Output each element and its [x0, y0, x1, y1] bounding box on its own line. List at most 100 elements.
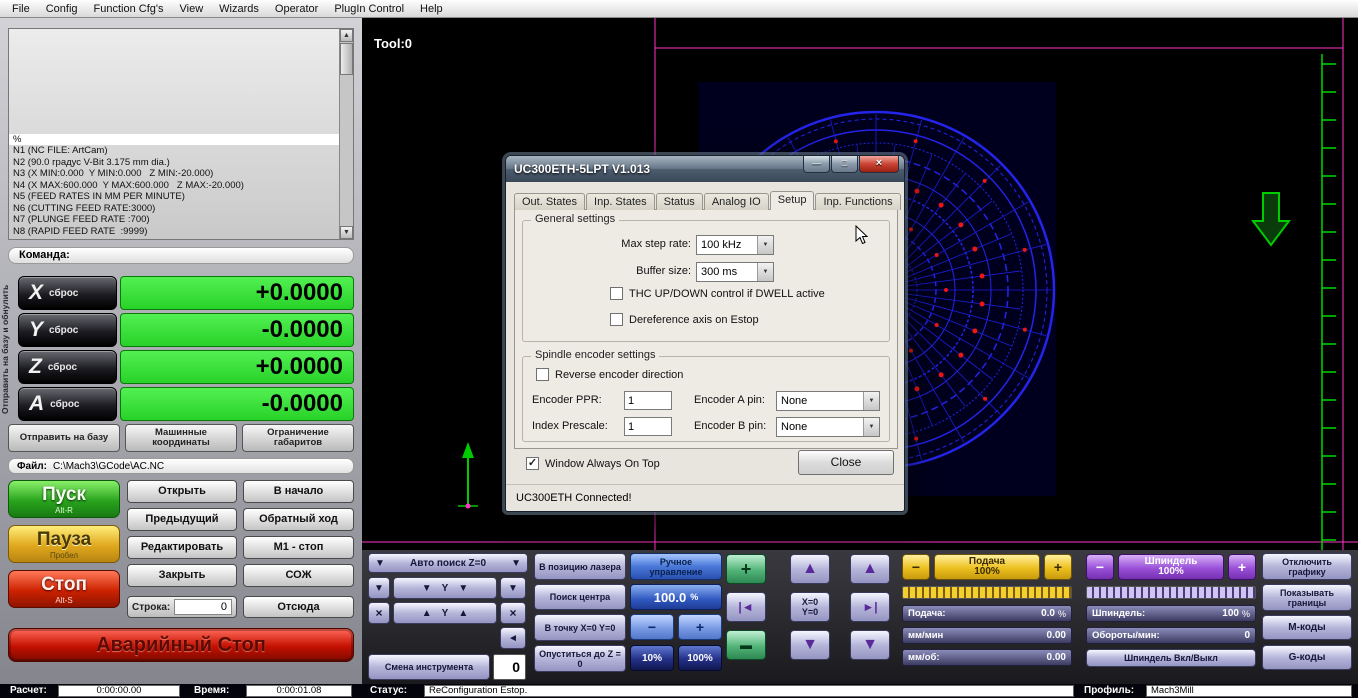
tab-status[interactable]: Status	[656, 193, 703, 210]
tab-setup[interactable]: Setup	[770, 191, 815, 210]
index-prescale-input[interactable]	[624, 417, 672, 436]
jog-y-up-button[interactable]: ▲	[790, 554, 830, 584]
jog-z-up-button[interactable]: ▲	[850, 554, 890, 584]
dro-z-value[interactable]: +0.0000	[120, 350, 354, 384]
g-codes-button[interactable]: G-коды	[1262, 645, 1352, 670]
encoder-a-pin-combo[interactable]: None ▼	[776, 391, 880, 411]
encoder-b-pin-combo[interactable]: None ▼	[776, 417, 880, 437]
encoder-ppr-input[interactable]	[624, 391, 672, 410]
tool-change-button[interactable]: Смена инструмента	[368, 654, 490, 680]
buffer-size-combo[interactable]: 300 ms ▼	[696, 262, 774, 282]
disable-graphics-button[interactable]: Отключить графику	[1262, 553, 1352, 580]
jog-x-right-button[interactable]: ►|	[850, 592, 890, 622]
edit-gcode-button[interactable]: Редактировать	[127, 536, 237, 559]
tab-out-states[interactable]: Out. States	[514, 193, 585, 210]
coolant-button[interactable]: СОЖ	[243, 564, 354, 587]
max-step-rate-combo[interactable]: 100 kHz ▼	[696, 235, 774, 255]
dialog-close-button[interactable]: Close	[798, 450, 894, 475]
chevron-down-icon[interactable]: ▼	[863, 392, 879, 410]
jog-z-down-button[interactable]: ▼	[850, 630, 890, 660]
gcode-display[interactable]: % N1 (NC FILE: ArtCam) N2 (90.0 градус V…	[8, 28, 354, 240]
menu-plugin-control[interactable]: PlugIn Control	[326, 2, 412, 16]
tab-inp-functions[interactable]: Inp. Functions	[815, 193, 900, 210]
dro-a-value[interactable]: -0.0000	[120, 387, 354, 421]
stop-button[interactable]: Стоп Alt-S	[8, 570, 120, 608]
jog-y-minus-button[interactable]: ▼ Y ▼	[393, 577, 497, 599]
dialog-titlebar[interactable]: UC300ETH-5LPT V1.013 — □ ×	[506, 156, 904, 182]
feed-override-slider[interactable]	[902, 586, 1072, 599]
menu-config[interactable]: Config	[38, 2, 86, 16]
always-on-top-checkbox[interactable]: ✓	[526, 457, 539, 470]
m-codes-button[interactable]: М-коды	[1262, 615, 1352, 640]
spindle-override-slider[interactable]	[1086, 586, 1256, 599]
jog-y-down-button[interactable]: ▼	[790, 630, 830, 660]
lower-to-z-zero-button[interactable]: Опуститься до Z = 0	[534, 645, 626, 672]
jog-rate-10-button[interactable]: 10%	[630, 645, 674, 671]
menu-file[interactable]: File	[4, 2, 38, 16]
jog-down-button[interactable]: ▼	[500, 577, 526, 599]
dro-y-value[interactable]: -0.0000	[120, 313, 354, 347]
spindle-on-off-button[interactable]: Шпиндель Вкл/Выкл	[1086, 649, 1256, 667]
jog-rate-minus-button[interactable]: −	[630, 614, 674, 640]
scroll-down-icon[interactable]: ▼	[340, 226, 353, 239]
spindle-plus-button[interactable]: +	[1228, 554, 1256, 580]
run-from-here-button[interactable]: Отсюда	[243, 596, 354, 618]
menu-wizards[interactable]: Wizards	[211, 2, 267, 16]
feed-minus-button[interactable]: −	[902, 554, 930, 580]
show-bounds-button[interactable]: Показывать границы	[1262, 584, 1352, 611]
feed-override-button[interactable]: Подача 100%	[934, 554, 1040, 580]
emergency-stop-button[interactable]: Аварийный Стоп	[8, 628, 354, 662]
jog-rate-100-button[interactable]: 100%	[678, 645, 722, 671]
scroll-up-icon[interactable]: ▲	[340, 29, 353, 42]
rewind-button[interactable]: В начало	[243, 480, 354, 503]
axis-y-zero-button[interactable]: Y сброс	[18, 313, 117, 347]
axis-a-zero-button[interactable]: A сброс	[18, 387, 117, 421]
tab-analog-io[interactable]: Analog IO	[704, 193, 769, 210]
axis-z-zero-button[interactable]: Z сброс	[18, 350, 117, 384]
open-gcode-button[interactable]: Открыть	[127, 480, 237, 503]
menu-function-cfgs[interactable]: Function Cfg's	[86, 2, 172, 16]
step-mode-minus-button[interactable]: ▬	[726, 630, 766, 660]
spindle-minus-button[interactable]: −	[1086, 554, 1114, 580]
machine-coords-button[interactable]: Машинные координаты	[125, 424, 237, 452]
cycle-start-button[interactable]: Пуск Alt-R	[8, 480, 120, 518]
jog-x-left-button[interactable]: |◄	[726, 592, 766, 622]
jog-x-button[interactable]: ×	[368, 602, 390, 624]
maximize-icon[interactable]: □	[831, 156, 858, 173]
step-mode-plus-button[interactable]: +	[726, 554, 766, 584]
ref-all-home-button[interactable]: Отправить на базу	[8, 424, 120, 452]
manual-control-button[interactable]: Ручное управление	[630, 553, 722, 580]
thc-checkbox[interactable]	[610, 287, 623, 300]
axis-x-zero-button[interactable]: X сброс	[18, 276, 117, 310]
chevron-down-icon[interactable]: ▼	[757, 263, 773, 281]
reverse-run-button[interactable]: Обратный ход	[243, 508, 354, 531]
scrollbar-thumb[interactable]	[340, 43, 353, 75]
gcode-scrollbar[interactable]: ▲ ▼	[339, 29, 353, 239]
menu-help[interactable]: Help	[412, 2, 451, 16]
jog-x-button[interactable]: ×	[500, 602, 526, 624]
dro-x-value[interactable]: +0.0000	[120, 276, 354, 310]
jog-down-button[interactable]: ▼	[368, 577, 390, 599]
menu-view[interactable]: View	[172, 2, 212, 16]
feed-plus-button[interactable]: +	[1044, 554, 1072, 580]
jog-rate-plus-button[interactable]: +	[678, 614, 722, 640]
close-icon[interactable]: ×	[859, 156, 899, 173]
close-gcode-button[interactable]: Закрыть	[127, 564, 237, 587]
laser-position-button[interactable]: В позицию лазера	[534, 553, 626, 580]
m1-optional-stop-button[interactable]: M1 - стоп	[243, 536, 354, 559]
chevron-down-icon[interactable]: ▼	[863, 418, 879, 436]
jog-y-plus-button[interactable]: ▲ Y ▲	[393, 602, 497, 624]
chevron-down-icon[interactable]: ▼	[757, 236, 773, 254]
spindle-override-button[interactable]: Шпиндель 100%	[1118, 554, 1224, 580]
reverse-encoder-checkbox[interactable]	[536, 368, 549, 381]
jog-left-button[interactable]: ◄	[500, 627, 526, 649]
soft-limits-button[interactable]: Ограничение габаритов	[242, 424, 354, 452]
menu-operator[interactable]: Operator	[267, 2, 326, 16]
tab-inp-states[interactable]: Inp. States	[586, 193, 655, 210]
mdi-command-bar[interactable]: Команда:	[8, 247, 354, 264]
zero-xy-button[interactable]: X=0 Y=0	[790, 592, 830, 622]
minimize-icon[interactable]: —	[803, 156, 830, 173]
find-center-button[interactable]: Поиск центра	[534, 584, 626, 610]
dereference-checkbox[interactable]	[610, 313, 623, 326]
feed-hold-button[interactable]: Пауза Пробел	[8, 525, 120, 563]
